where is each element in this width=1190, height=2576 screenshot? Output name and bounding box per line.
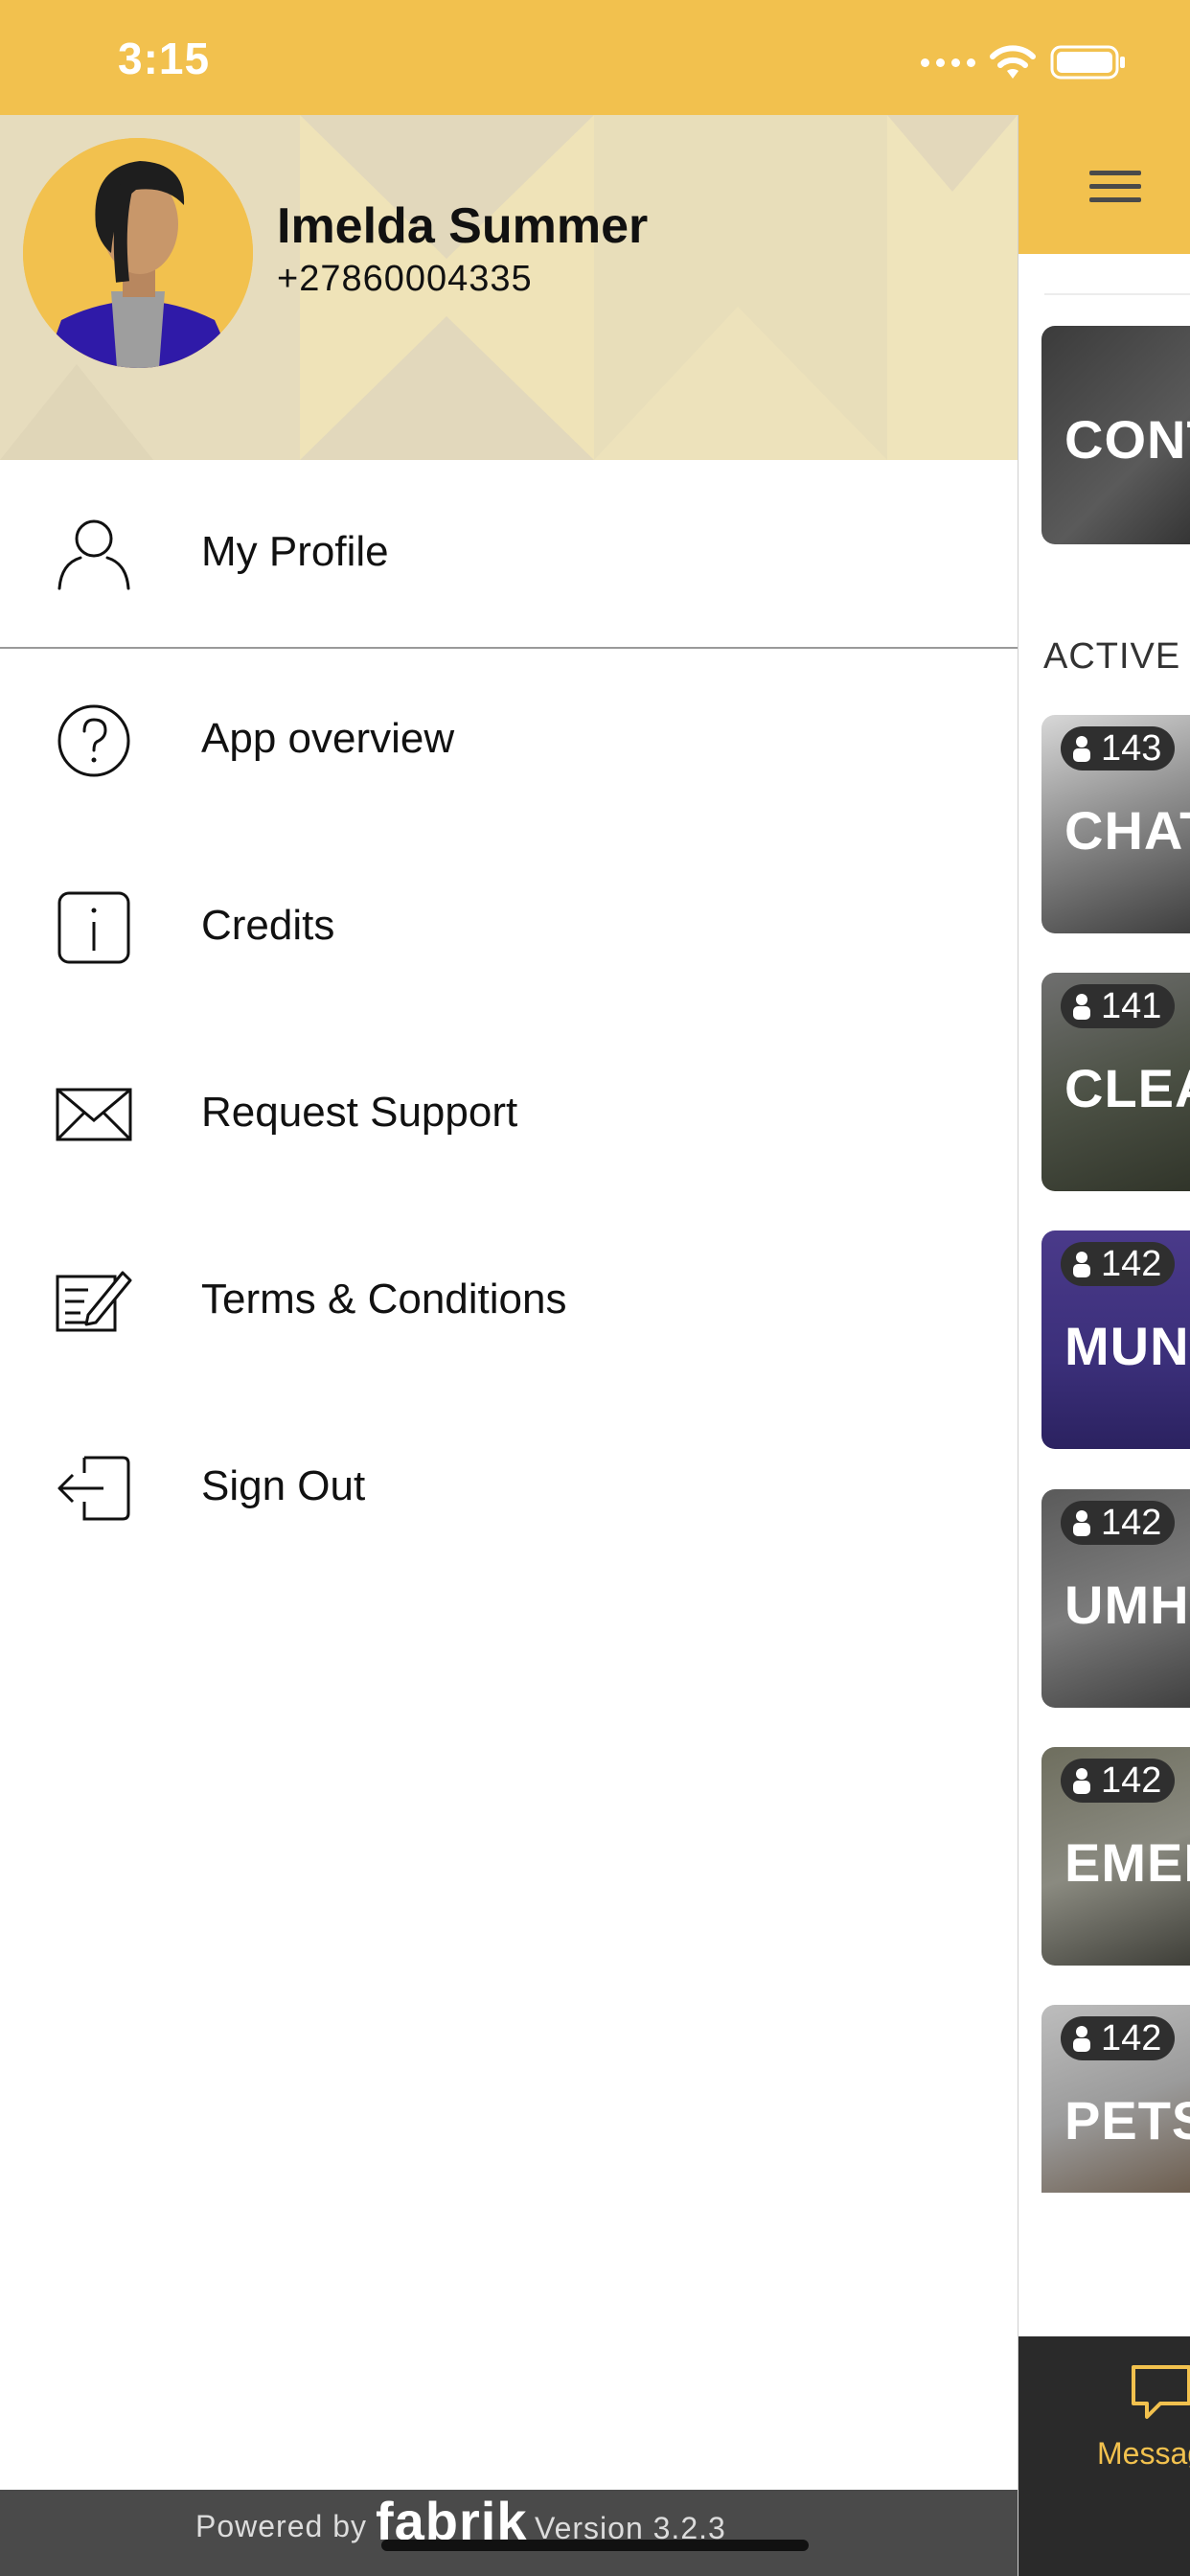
person-icon bbox=[1073, 2026, 1090, 2052]
member-count-badge: 141 bbox=[1061, 984, 1176, 1028]
menu-item-label: Request Support bbox=[201, 1089, 518, 1136]
wifi-icon bbox=[990, 45, 1036, 79]
person-icon bbox=[1073, 994, 1090, 1020]
card-title: CLEA bbox=[1064, 1058, 1190, 1118]
menu-item-label: Credits bbox=[201, 902, 335, 949]
user-name: Imelda Summer bbox=[277, 198, 649, 254]
section-label: ACTIVE bbox=[1043, 636, 1181, 677]
sign-out-icon bbox=[57, 1456, 130, 1521]
member-count-badge: 142 bbox=[1061, 2016, 1176, 2060]
person-icon bbox=[1073, 1252, 1090, 1277]
menu-item-sign-out[interactable]: Sign Out bbox=[0, 1416, 1018, 1560]
main-header bbox=[1018, 115, 1190, 254]
divider bbox=[1044, 293, 1190, 295]
member-count-badge: 142 bbox=[1061, 1759, 1176, 1803]
channel-card[interactable]: 142 EMEF bbox=[1041, 1747, 1190, 1966]
battery-icon bbox=[1050, 45, 1125, 80]
menu-item-credits[interactable]: Credits bbox=[0, 856, 1018, 1000]
main-screen: CONT ACTIVE 143 CHAT 141 CLEA 142 MUN 14… bbox=[1018, 115, 1190, 2576]
channel-card[interactable]: 143 CHAT bbox=[1041, 715, 1190, 933]
member-count: 143 bbox=[1101, 727, 1162, 769]
member-count: 142 bbox=[1101, 1502, 1162, 1543]
channel-card[interactable]: 142 UMH bbox=[1041, 1489, 1190, 1708]
menu-divider bbox=[0, 647, 1018, 649]
card-title: UMH bbox=[1064, 1575, 1190, 1635]
member-count-badge: 142 bbox=[1061, 1242, 1176, 1286]
menu-item-label: My Profile bbox=[201, 528, 389, 575]
menu-item-label: Sign Out bbox=[201, 1462, 366, 1509]
powered-by-label: Powered by bbox=[195, 2509, 367, 2543]
signal-dots-icon bbox=[921, 58, 975, 67]
card-title: CONT bbox=[1064, 409, 1190, 470]
status-bar: 3:15 bbox=[0, 0, 1190, 115]
channel-card[interactable]: 142 PETS bbox=[1041, 2005, 1190, 2193]
featured-card[interactable]: CONT bbox=[1041, 326, 1190, 544]
avatar[interactable] bbox=[23, 138, 253, 368]
card-title: PETS bbox=[1064, 2090, 1190, 2150]
channel-card[interactable]: 141 CLEA bbox=[1041, 973, 1190, 1191]
channel-card[interactable]: 142 MUN bbox=[1041, 1230, 1190, 1449]
tab-bar: Messag bbox=[1018, 2336, 1190, 2576]
chat-bubble-icon[interactable] bbox=[1128, 2359, 1190, 2426]
home-indicator[interactable] bbox=[381, 2540, 809, 2551]
person-icon bbox=[1073, 1510, 1090, 1536]
envelope-icon bbox=[56, 1088, 132, 1141]
tab-messages-label[interactable]: Messag bbox=[1097, 2436, 1190, 2472]
member-count-badge: 143 bbox=[1061, 726, 1176, 770]
menu-item-label: App overview bbox=[201, 715, 455, 762]
user-avatar-illustration bbox=[23, 138, 253, 368]
drawer-header: Imelda Summer +27860004335 bbox=[0, 115, 1018, 460]
member-count: 142 bbox=[1101, 1760, 1162, 1801]
menu-item-terms-conditions[interactable]: Terms & Conditions bbox=[0, 1230, 1018, 1373]
menu-item-label: Terms & Conditions bbox=[201, 1276, 567, 1322]
card-title: CHAT bbox=[1064, 800, 1190, 861]
user-phone: +27860004335 bbox=[277, 259, 533, 299]
document-pen-icon bbox=[56, 1271, 132, 1332]
menu-item-my-profile[interactable]: My Profile bbox=[0, 482, 1018, 626]
side-drawer: Imelda Summer +27860004335 My Profile Ap… bbox=[0, 115, 1018, 2576]
status-time: 3:15 bbox=[118, 34, 211, 83]
hamburger-icon[interactable] bbox=[1089, 171, 1141, 209]
member-count: 142 bbox=[1101, 2017, 1162, 2058]
menu-item-request-support[interactable]: Request Support bbox=[0, 1043, 1018, 1186]
card-title: EMEF bbox=[1064, 1832, 1190, 1893]
member-count: 142 bbox=[1101, 1243, 1162, 1284]
person-icon bbox=[1073, 736, 1090, 762]
drawer-footer: Powered by fabrik Version 3.2.3 bbox=[0, 2490, 1018, 2576]
user-outline-icon bbox=[57, 519, 130, 590]
person-icon bbox=[1073, 1768, 1090, 1794]
info-icon bbox=[57, 891, 130, 964]
status-icons bbox=[921, 44, 1127, 80]
question-circle-icon bbox=[57, 704, 130, 777]
card-title: MUN bbox=[1064, 1316, 1190, 1376]
member-count: 141 bbox=[1101, 985, 1162, 1026]
menu-item-app-overview[interactable]: App overview bbox=[0, 669, 1018, 813]
member-count-badge: 142 bbox=[1061, 1501, 1176, 1545]
